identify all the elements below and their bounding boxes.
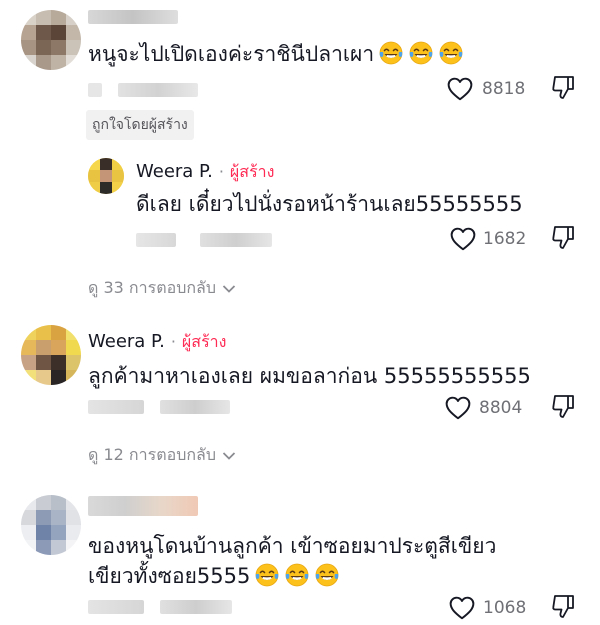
comment-text: หนูจะไปเปิดเองค่ะราชินีปลาเผา [88, 38, 464, 70]
thumbs-down-icon [552, 595, 574, 618]
comment-text-line-2: เขียวทั้งซอย5555 [88, 560, 340, 592]
thumbs-down-icon [552, 76, 574, 99]
reply-link-blurred[interactable] [118, 83, 198, 97]
chevron-down-icon [222, 284, 236, 293]
dislike-button[interactable] [551, 225, 575, 251]
like-button[interactable] [450, 227, 476, 251]
separator: · [218, 162, 224, 181]
username-blurred[interactable] [88, 10, 178, 24]
creator-avatar[interactable] [21, 325, 81, 385]
emoji-group [374, 40, 464, 66]
heart-outline-icon [450, 227, 476, 251]
tears-of-joy-emoji [254, 562, 280, 588]
tears-of-joy-emoji [438, 40, 464, 66]
separator: · [170, 332, 176, 351]
timestamp-blurred [136, 233, 176, 247]
like-count: 8818 [482, 79, 526, 99]
author-name[interactable]: Weera P. [136, 161, 213, 182]
reply-link-blurred[interactable] [160, 600, 232, 614]
view-replies-button[interactable]: ดู 33 การตอบกลับ [88, 276, 236, 301]
thumbs-down-icon [552, 226, 574, 249]
tears-of-joy-emoji [284, 562, 310, 588]
author-name[interactable]: Weera P. [88, 331, 165, 352]
view-replies-button[interactable]: ดู 12 การตอบกลับ [88, 443, 236, 468]
tears-of-joy-emoji [378, 40, 404, 66]
thumbs-down-icon [552, 395, 574, 418]
view-replies-label: ดู 12 การตอบกลับ [88, 445, 216, 464]
reply-text: ดีเลย เดี๋ยวไปนั่งรอหน้าร้านเลย55555555 [136, 192, 523, 216]
like-count: 1682 [483, 229, 527, 249]
avatar[interactable] [21, 495, 81, 555]
like-button[interactable] [445, 396, 471, 420]
comment-text-line-1: ของหนูโดนบ้านลูกค้า เข้าซอยมาประตูสีเขีย… [88, 534, 497, 558]
dislike-button[interactable] [551, 75, 575, 101]
timestamp-blurred [88, 600, 144, 614]
creator-avatar[interactable] [88, 158, 124, 194]
dislike-button[interactable] [551, 594, 575, 620]
username-blurred[interactable] [88, 496, 198, 516]
chevron-down-icon [222, 451, 236, 460]
like-count: 1068 [483, 598, 527, 618]
creator-label: ผู้สร้าง [181, 332, 227, 351]
comment-text: ลูกค้ามาหาเองเลย ผมขอลาก่อน 55555555555 [88, 364, 531, 388]
author-line: Weera P. · ผู้สร้าง [88, 330, 226, 355]
creator-label: ผู้สร้าง [229, 162, 275, 181]
like-button[interactable] [449, 596, 475, 620]
timestamp-blurred [88, 400, 144, 414]
timestamp-blurred [88, 83, 102, 97]
dislike-button[interactable] [551, 394, 575, 420]
emoji-group [250, 562, 340, 588]
heart-outline-icon [445, 396, 471, 420]
author-line: Weera P. · ผู้สร้าง [136, 160, 274, 185]
tears-of-joy-emoji [314, 562, 340, 588]
view-replies-label: ดู 33 การตอบกลับ [88, 278, 216, 297]
reply-link-blurred[interactable] [200, 233, 272, 247]
heart-outline-icon [449, 596, 475, 620]
liked-by-creator-badge: ถูกใจโดยผู้สร้าง [86, 110, 194, 140]
tears-of-joy-emoji [408, 40, 434, 66]
like-count: 8804 [479, 398, 523, 418]
reply-link-blurred[interactable] [160, 400, 230, 414]
avatar[interactable] [21, 10, 81, 70]
like-button[interactable] [447, 77, 473, 101]
heart-outline-icon [447, 77, 473, 101]
